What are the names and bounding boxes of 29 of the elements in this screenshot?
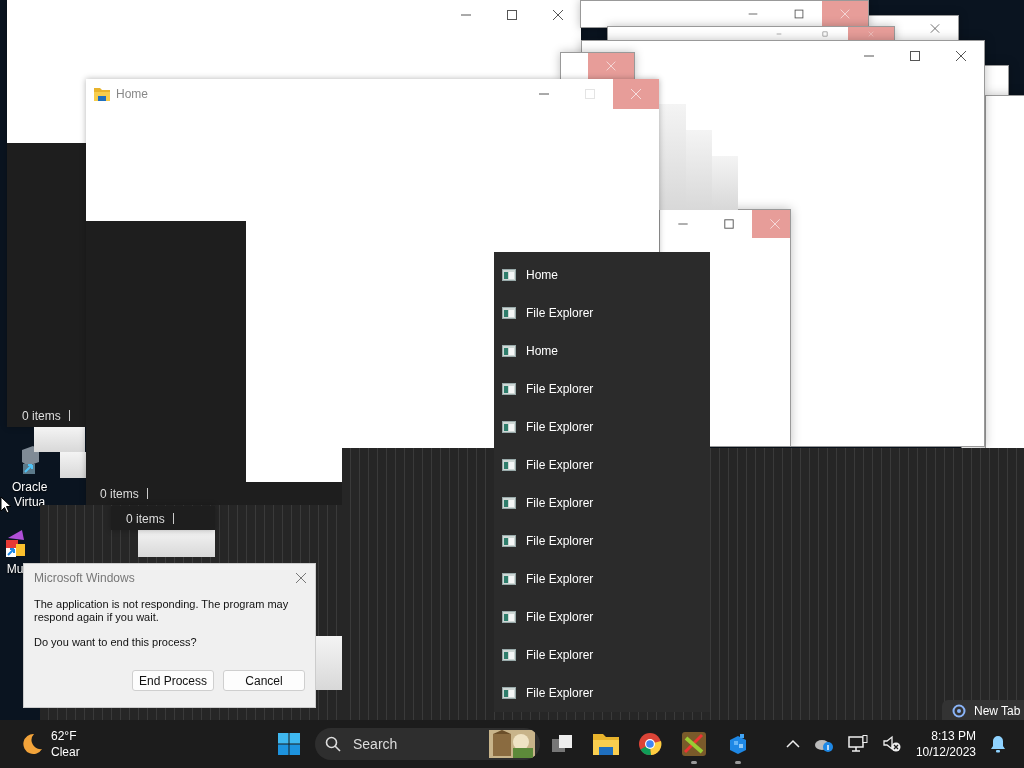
dialog-button[interactable]: End Process — [132, 670, 214, 691]
window-title: Home — [116, 87, 148, 101]
temperature: 62°F — [51, 728, 78, 744]
window-list-item[interactable]: File Explorer — [494, 370, 710, 408]
shortcut-label: Mu — [6, 562, 24, 577]
window-list-item[interactable]: File Explorer — [494, 636, 710, 674]
window-list-item[interactable]: File Explorer — [494, 674, 710, 712]
item-count: 0 items — [126, 511, 165, 526]
browser-tab[interactable]: New Tab — [942, 700, 1024, 722]
weather-widget[interactable]: 62°F Clear — [19, 728, 259, 760]
dialog-title: Microsoft Windows — [34, 571, 135, 585]
window-list-item[interactable]: File Explorer — [494, 598, 710, 636]
weather-condition: Clear — [51, 744, 80, 760]
window-list-item[interactable]: File Explorer — [494, 294, 710, 332]
item-count: 0 items — [22, 408, 61, 423]
window-list-item[interactable]: File Explorer — [494, 560, 710, 598]
dialog-question: Do you want to end this process? — [34, 636, 198, 649]
window-list-item[interactable]: File Explorer — [494, 484, 710, 522]
window-list-item[interactable]: File Explorer — [494, 522, 710, 560]
window-list-item[interactable]: Home — [494, 332, 710, 370]
dialog-message: The application is not responding. The program may respond again if you wait. — [34, 598, 290, 624]
item-count: 0 items — [100, 486, 139, 501]
search-field[interactable]: Search — [315, 728, 540, 760]
shortcut-label: Oracle — [12, 480, 48, 495]
dialog-button[interactable]: Cancel — [223, 670, 305, 691]
window-list-item[interactable]: File Explorer — [494, 408, 710, 446]
window-list-item[interactable]: File Explorer — [494, 446, 710, 484]
clock[interactable]: 8:13 PM 10/12/2023 — [915, 728, 976, 760]
window-list-item[interactable]: Home — [494, 256, 710, 294]
